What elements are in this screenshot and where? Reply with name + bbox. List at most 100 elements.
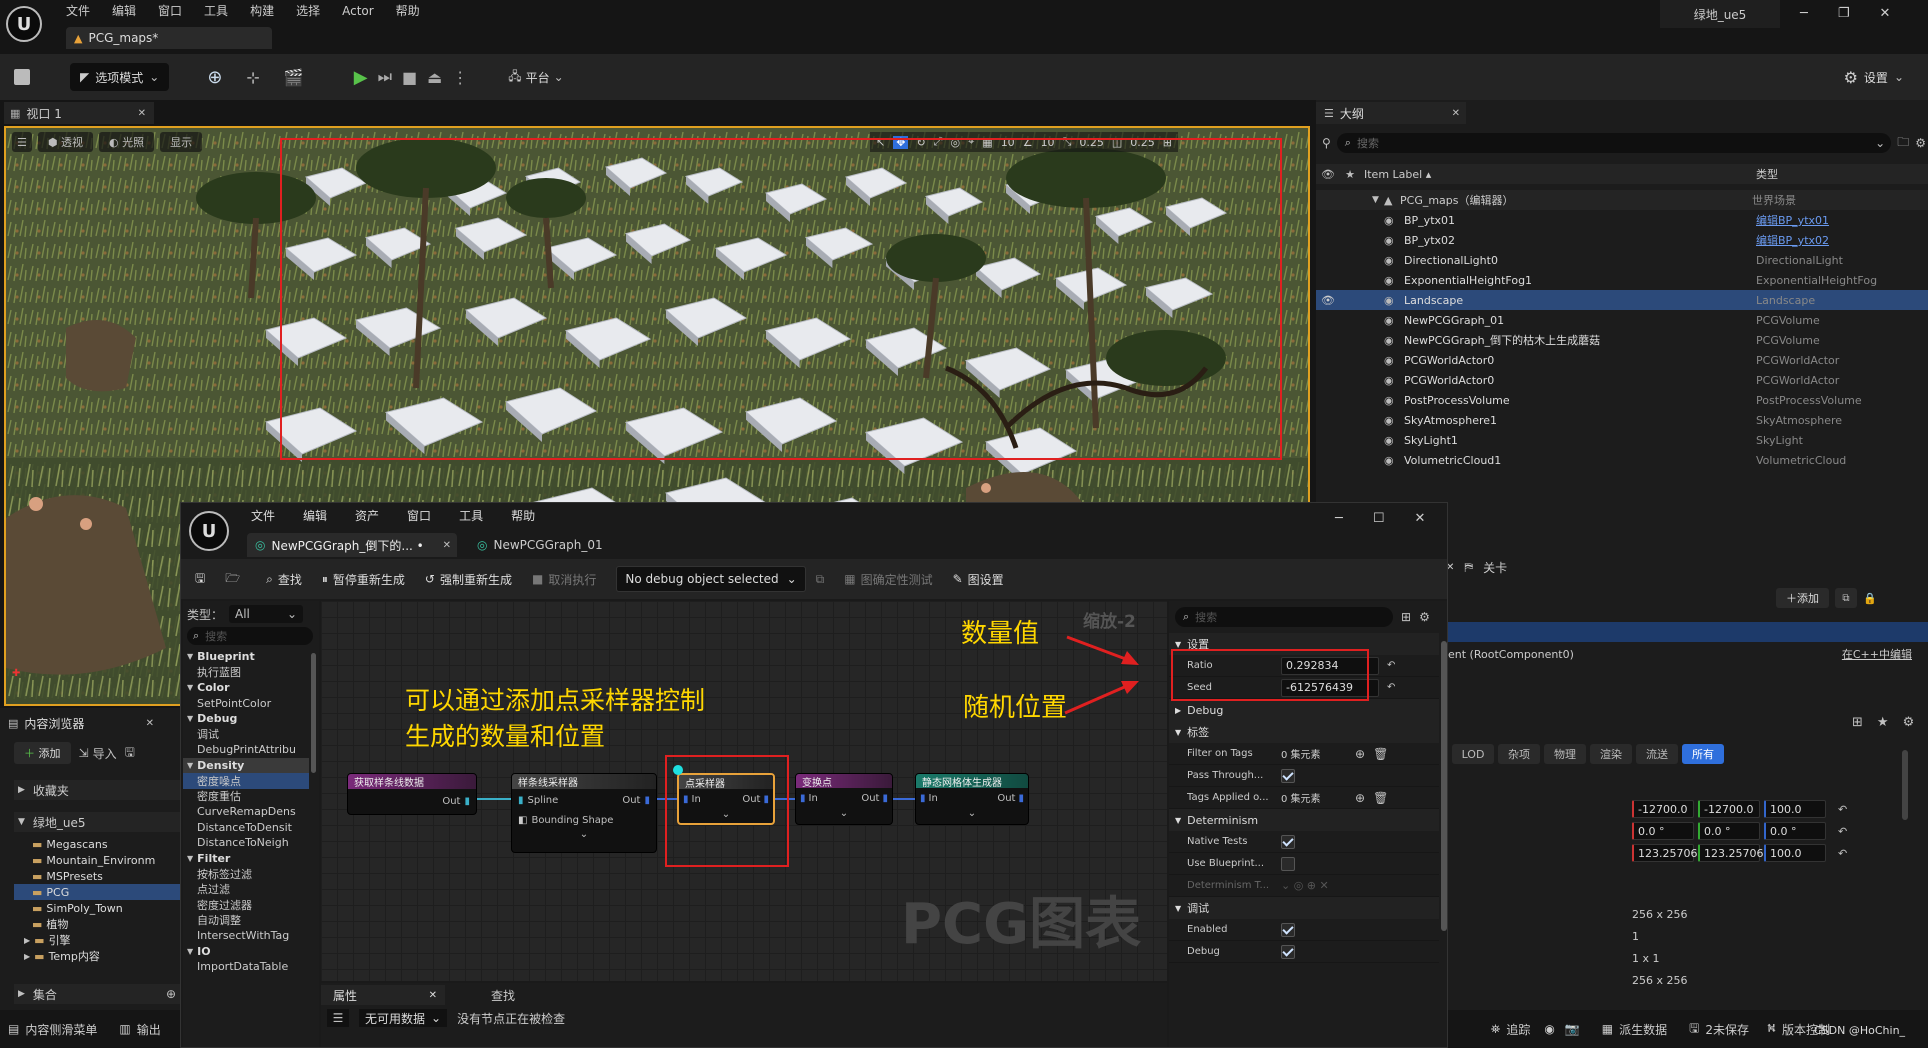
- main-menu-item[interactable]: 选择: [296, 2, 320, 19]
- folder-row[interactable]: ▬ MSPresets: [14, 868, 180, 884]
- content-browser-tab[interactable]: ▤ 内容浏览器 ✕: [4, 712, 154, 734]
- close-icon[interactable]: ✕: [1452, 108, 1460, 119]
- palette-item[interactable]: 调试: [183, 727, 309, 743]
- determinism-button[interactable]: ▦ 图确定性测试: [844, 571, 932, 588]
- add-folder-icon[interactable]: 🗀: [1897, 133, 1909, 154]
- trace-button[interactable]: ⛯ 追踪: [1491, 1021, 1531, 1038]
- lock-icon[interactable]: 🔒: [1863, 592, 1877, 605]
- filter-icon[interactable]: ⚲: [1322, 136, 1331, 150]
- folder-row[interactable]: ▶ ▬ Temp内容: [14, 948, 180, 964]
- level-tab-label[interactable]: 关卡: [1483, 559, 1507, 576]
- outliner-row[interactable]: ◉ VolumetricCloud1 VolumetricCloud: [1316, 450, 1928, 470]
- filter-tab[interactable]: 所有: [1682, 744, 1724, 764]
- maximize-icon[interactable]: ☐: [1373, 511, 1385, 526]
- more-icon[interactable]: ⋮: [452, 68, 468, 87]
- show-button[interactable]: 显示: [160, 132, 203, 152]
- bottom-tab-props[interactable]: 属性 ✕: [321, 985, 445, 1005]
- outliner-row[interactable]: ◉ ExponentialHeightFog1 ExponentialHeightF…: [1316, 270, 1928, 290]
- outliner-search-input[interactable]: ⌕ 搜索 ⌄: [1336, 133, 1892, 153]
- snap-icon[interactable]: ⊹: [246, 68, 259, 87]
- table-icon[interactable]: ⊞: [1401, 610, 1411, 624]
- record-icon[interactable]: ◉: [1544, 1022, 1554, 1036]
- graph-settings-button[interactable]: ✎ 图设置: [953, 571, 1004, 588]
- outliner-row[interactable]: 👁 ◉ Landscape Landscape: [1316, 290, 1928, 310]
- transform-field[interactable]: 100.0: [1764, 844, 1826, 862]
- close-icon[interactable]: ✕: [146, 718, 154, 729]
- play-icon[interactable]: ▶: [354, 67, 368, 88]
- details-checkbox[interactable]: [1281, 856, 1295, 871]
- palette-item[interactable]: IntersectWithTag: [183, 928, 309, 944]
- transform-field[interactable]: 123.257065: [1632, 844, 1704, 862]
- palette-item[interactable]: ImportDataTable: [183, 959, 309, 975]
- palette-item[interactable]: SetPointColor: [183, 696, 309, 712]
- add-element-icon[interactable]: ⊕: [1355, 791, 1365, 805]
- palette-item[interactable]: 密度重估: [183, 789, 309, 805]
- level-tab[interactable]: ▲ PCG_maps*: [66, 27, 272, 49]
- no-data-dropdown[interactable]: 无可用数据 ⌄: [359, 1009, 448, 1027]
- debug-object-dropdown[interactable]: No debug object selected ⌄: [616, 566, 806, 592]
- pcg-tab-2[interactable]: ◎ NewPCGGraph_01: [469, 533, 649, 557]
- pcg-menu-item[interactable]: 文件: [251, 507, 275, 524]
- content-add-button[interactable]: ＋ 添加: [14, 742, 71, 764]
- component-selected-row[interactable]: [1442, 622, 1928, 642]
- bottom-tab-find[interactable]: 查找: [491, 987, 515, 1004]
- star-icon[interactable]: ★: [1877, 715, 1889, 730]
- close-icon[interactable]: ✕: [1414, 511, 1425, 526]
- chevron-down-icon[interactable]: ⌄: [1875, 136, 1885, 150]
- platform-button[interactable]: 🖧 平台 ⌄: [508, 67, 563, 88]
- transform-field[interactable]: -12700.0: [1698, 800, 1760, 818]
- palette-category[interactable]: ▼ Density: [183, 757, 309, 773]
- close-icon[interactable]: ✕: [138, 108, 146, 119]
- pause-regen-button[interactable]: ⏸ 暂停重新生成: [322, 571, 405, 588]
- pcg-menu-item[interactable]: 资产: [355, 507, 379, 524]
- collections-row[interactable]: ▶ 集合 ⊕: [14, 984, 180, 1004]
- transform-field[interactable]: 0.0 °: [1698, 822, 1760, 840]
- outliner-row[interactable]: ◉ SkyLight1 SkyLight: [1316, 430, 1928, 450]
- pcg-details-scrollbar[interactable]: [1441, 641, 1447, 931]
- main-menu-item[interactable]: 构建: [250, 2, 274, 19]
- palette-item[interactable]: 自动调整: [183, 913, 309, 929]
- details-section-header[interactable]: ▼ 标签: [1169, 721, 1439, 743]
- expand-icon[interactable]: ▼: [1372, 195, 1384, 205]
- close-icon[interactable]: ✕: [1879, 6, 1890, 21]
- output-log-button[interactable]: ▥ 输出: [119, 1021, 160, 1038]
- palette-item[interactable]: 点过滤: [183, 882, 309, 898]
- filter-tab[interactable]: 渲染: [1590, 744, 1632, 764]
- transform-field[interactable]: 100.0: [1764, 800, 1826, 818]
- close-icon[interactable]: ✕: [443, 540, 451, 551]
- step-icon[interactable]: ⏭: [378, 67, 392, 87]
- col-type[interactable]: 类型: [1756, 166, 1778, 182]
- reset-icon[interactable]: ↶: [1387, 660, 1395, 671]
- palette-type-dropdown[interactable]: All ⌄: [229, 605, 304, 623]
- pcg-menu-item[interactable]: 窗口: [407, 507, 431, 524]
- outliner-row[interactable]: ◉ NewPCGGraph_倒下的枯木上生成蘑菇 PCGVolume: [1316, 330, 1928, 350]
- folder-row[interactable]: ▬ PCG: [14, 884, 180, 900]
- transform-field[interactable]: 123.257065: [1698, 844, 1770, 862]
- palette-item[interactable]: DistanceToDensit: [183, 820, 309, 836]
- details-checkbox[interactable]: [1281, 834, 1295, 849]
- outliner-row[interactable]: ◉ PostProcessVolume PostProcessVolume: [1316, 390, 1928, 410]
- restore-icon[interactable]: ❐: [1838, 6, 1850, 21]
- palette-category[interactable]: ▼ Color: [183, 680, 309, 696]
- unreal-logo-icon[interactable]: U: [6, 6, 42, 42]
- folder-row[interactable]: ▬ 植物: [14, 916, 180, 932]
- details-add-button[interactable]: ＋添加: [1776, 588, 1829, 608]
- pin-icon[interactable]: ★: [1340, 168, 1360, 181]
- folder-row[interactable]: ▬ SimPoly_Town: [14, 900, 180, 916]
- main-menu-item[interactable]: 窗口: [158, 2, 182, 19]
- outliner-row-type[interactable]: 编辑BP_ytx01: [1756, 212, 1829, 228]
- gear-icon[interactable]: ⚙: [1903, 715, 1915, 730]
- pcg-menu-item[interactable]: 帮助: [511, 507, 535, 524]
- add-element-icon[interactable]: ⊕: [1355, 747, 1365, 761]
- filter-tab[interactable]: 流送: [1636, 744, 1678, 764]
- camera-icon[interactable]: 📷: [1565, 1022, 1580, 1036]
- outliner-row[interactable]: ◉ BP_ytx02 编辑BP_ytx02: [1316, 230, 1928, 250]
- palette-search-input[interactable]: ⌕ 搜索: [187, 627, 313, 645]
- content-drawer-button[interactable]: ▤ 内容侧滑菜单: [8, 1021, 97, 1038]
- minimize-icon[interactable]: ─: [1335, 511, 1343, 526]
- main-menu-item[interactable]: 编辑: [112, 2, 136, 19]
- determinism-dropdown[interactable]: ⌄ ◎ ⊕ ✕: [1281, 879, 1329, 892]
- filter-tab[interactable]: LOD: [1452, 744, 1494, 764]
- save-icon[interactable]: [14, 69, 30, 85]
- main-menu-item[interactable]: 工具: [204, 2, 228, 19]
